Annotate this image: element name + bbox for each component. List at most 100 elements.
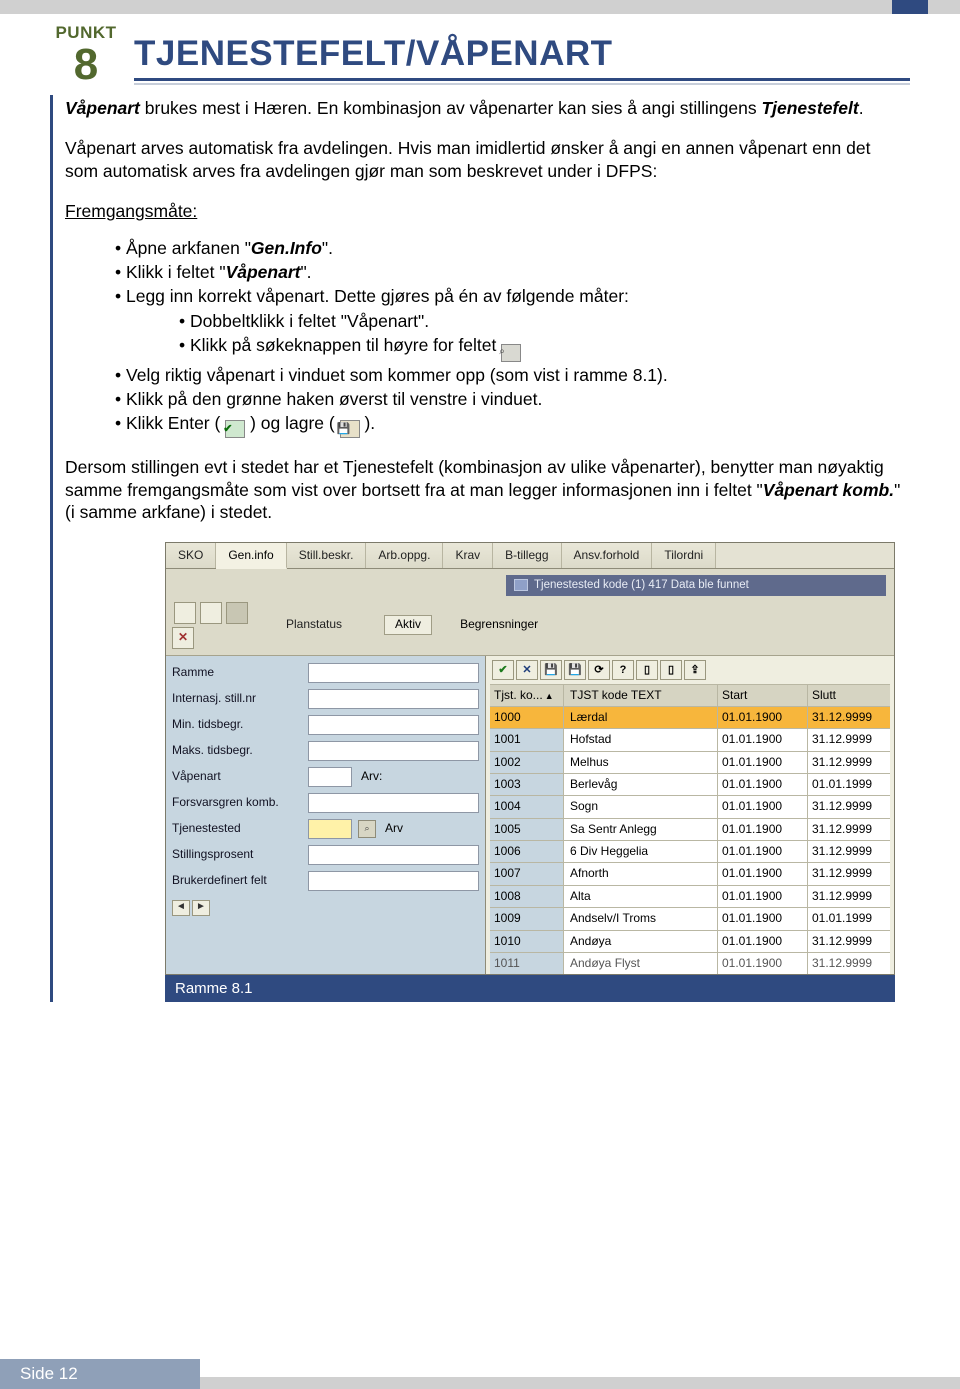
cell-code: 1002 — [490, 752, 564, 773]
col-start[interactable]: Start — [718, 685, 808, 706]
table-row[interactable]: 1011Andøya Flyst01.01.190031.12.9999 — [490, 952, 890, 974]
page1-icon[interactable]: ▯ — [636, 660, 658, 680]
step-3-sub-2: • Klikk på søkeknappen til høyre for fel… — [65, 334, 902, 361]
tab-tilordni[interactable]: Tilordni — [652, 543, 716, 568]
col-code[interactable]: Tjst. ko...▲ — [490, 685, 564, 706]
accept-icon[interactable]: ✔ — [492, 660, 514, 680]
field-label: Min. tidsbegr. — [172, 717, 302, 732]
cell-end: 31.12.9999 — [808, 931, 890, 952]
tab-sko[interactable]: SKO — [166, 543, 216, 568]
arv-label: Arv: — [358, 769, 382, 784]
table-row[interactable]: 1005Sa Sentr Anlegg01.01.190031.12.9999 — [490, 818, 890, 840]
text-field[interactable] — [308, 741, 479, 761]
cell-end: 01.01.1999 — [808, 908, 890, 929]
toolbar-row: ✕ Planstatus Aktiv Begrensninger — [166, 600, 894, 655]
cell-text: Melhus — [564, 752, 718, 773]
cell-end: 31.12.9999 — [808, 819, 890, 840]
table-row[interactable]: 1004Sogn01.01.190031.12.9999 — [490, 795, 890, 817]
form-row: Min. tidsbegr. — [172, 712, 479, 738]
paragraph-2: Våpenart arves automatisk fra avdelingen… — [65, 137, 902, 182]
table-row[interactable]: 10066 Div Heggelia01.01.190031.12.9999 — [490, 840, 890, 862]
form-row: Internasj. still.nr — [172, 686, 479, 712]
cell-end: 31.12.9999 — [808, 752, 890, 773]
cell-code: 1010 — [490, 931, 564, 952]
page2-icon[interactable]: ▯ — [660, 660, 682, 680]
punkt-number: 8 — [50, 42, 122, 88]
intro-paragraph: Våpenart brukes mest i Hæren. En kombina… — [65, 97, 902, 119]
save-btn-icon[interactable]: 💾 — [540, 660, 562, 680]
form-row: Brukerdefinert felt — [172, 868, 479, 894]
col-end[interactable]: Slutt — [808, 685, 890, 706]
text-field[interactable] — [308, 689, 479, 709]
cell-text: Andøya — [564, 931, 718, 952]
tab-ansv-forhold[interactable]: Ansv.forhold — [562, 543, 653, 568]
punkt-block: PUNKT 8 — [50, 24, 122, 88]
scroll-arrow-icon[interactable]: ► — [192, 900, 210, 916]
cell-start: 01.01.1900 — [718, 752, 808, 773]
cell-text: Sa Sentr Anlegg — [564, 819, 718, 840]
tab-b-tillegg[interactable]: B-tillegg — [493, 543, 561, 568]
field-label: Våpenart — [172, 769, 302, 784]
text-field[interactable] — [308, 871, 479, 891]
status-text: Tjenestested kode (1) 417 Data ble funne… — [534, 578, 749, 593]
vapenart-field[interactable] — [308, 767, 352, 787]
cell-end: 31.12.9999 — [808, 841, 890, 862]
cell-end: 31.12.9999 — [808, 729, 890, 750]
table-row[interactable]: 1002Melhus01.01.190031.12.9999 — [490, 751, 890, 773]
cell-text: Alta — [564, 886, 718, 907]
enter-icon: ✔ — [225, 420, 245, 438]
text-field[interactable] — [308, 793, 479, 813]
cell-start: 01.01.1900 — [718, 953, 808, 974]
cell-start: 01.01.1900 — [718, 774, 808, 795]
form-row: Maks. tidsbegr. — [172, 738, 479, 764]
export-icon[interactable]: ⇪ — [684, 660, 706, 680]
table-row[interactable]: 1008Alta01.01.190031.12.9999 — [490, 885, 890, 907]
footer-strip — [200, 1377, 960, 1389]
page-number: Side 12 — [20, 1364, 78, 1384]
tjenestested-field[interactable] — [308, 819, 352, 839]
col-text[interactable]: TJST kode TEXT — [564, 685, 718, 706]
table-row[interactable]: 1003Berlevåg01.01.190001.01.1999 — [490, 773, 890, 795]
tab-gen-info[interactable]: Gen.info — [216, 543, 286, 569]
cell-end: 31.12.9999 — [808, 796, 890, 817]
table-row[interactable]: 1010Andøya01.01.190031.12.9999 — [490, 930, 890, 952]
cell-text: Berlevåg — [564, 774, 718, 795]
field-label: Brukerdefinert felt — [172, 873, 302, 888]
table-row[interactable]: 1009Andselv/I Troms01.01.190001.01.1999 — [490, 907, 890, 929]
close-icon[interactable]: ✕ — [516, 660, 538, 680]
step-5: • Klikk på den grønne haken øverst til v… — [65, 388, 902, 410]
cell-text: Hofstad — [564, 729, 718, 750]
lookup-toolbar: ✔ ✕ 💾 💾 ⟳ ? ▯ ▯ ⇪ — [490, 660, 890, 684]
text-field[interactable] — [308, 845, 479, 865]
cancel-icon[interactable]: ✕ — [172, 627, 194, 649]
tab-krav[interactable]: Krav — [443, 543, 493, 568]
tab-strip: SKOGen.infoStill.beskr.Arb.oppg.KravB-ti… — [166, 543, 894, 569]
cell-code: 1007 — [490, 863, 564, 884]
table-row[interactable]: 1000Lærdal01.01.190031.12.9999 — [490, 706, 890, 728]
help-icon[interactable]: ? — [612, 660, 634, 680]
text-field[interactable] — [308, 663, 479, 683]
lookup-icon[interactable]: ⌕ — [358, 820, 376, 838]
tab-still-beskr-[interactable]: Still.beskr. — [287, 543, 367, 568]
save2-icon[interactable]: 💾 — [564, 660, 586, 680]
table-row[interactable]: 1007Afnorth01.01.190031.12.9999 — [490, 862, 890, 884]
field-label: Internasj. still.nr — [172, 691, 302, 706]
page-copy-icon[interactable] — [200, 602, 222, 624]
planstatus-value: Aktiv — [384, 615, 432, 634]
tab-arb-oppg-[interactable]: Arb.oppg. — [366, 543, 443, 568]
top-accent — [892, 0, 928, 14]
refresh-icon[interactable]: ⟳ — [588, 660, 610, 680]
begrensninger-label: Begrensninger — [460, 617, 538, 632]
page-footer: Side 12 — [0, 1359, 200, 1389]
table-row[interactable]: 1001Hofstad01.01.190031.12.9999 — [490, 728, 890, 750]
lookup-pane: ✔ ✕ 💾 💾 ⟳ ? ▯ ▯ ⇪ Tjst. ko...▲ T — [486, 656, 894, 975]
text-field[interactable] — [308, 715, 479, 735]
scroll-arrow-icon[interactable]: ◄ — [172, 900, 190, 916]
page-icon[interactable] — [174, 602, 196, 624]
page-title: TJENESTEFELT/VÅPENART — [134, 22, 910, 74]
form-row: Stillingsprosent — [172, 842, 479, 868]
title-underline — [134, 78, 910, 85]
grid-header: Tjst. ko...▲ TJST kode TEXT Start Slutt — [490, 684, 890, 706]
cell-end: 31.12.9999 — [808, 886, 890, 907]
trash-icon[interactable] — [226, 602, 248, 624]
